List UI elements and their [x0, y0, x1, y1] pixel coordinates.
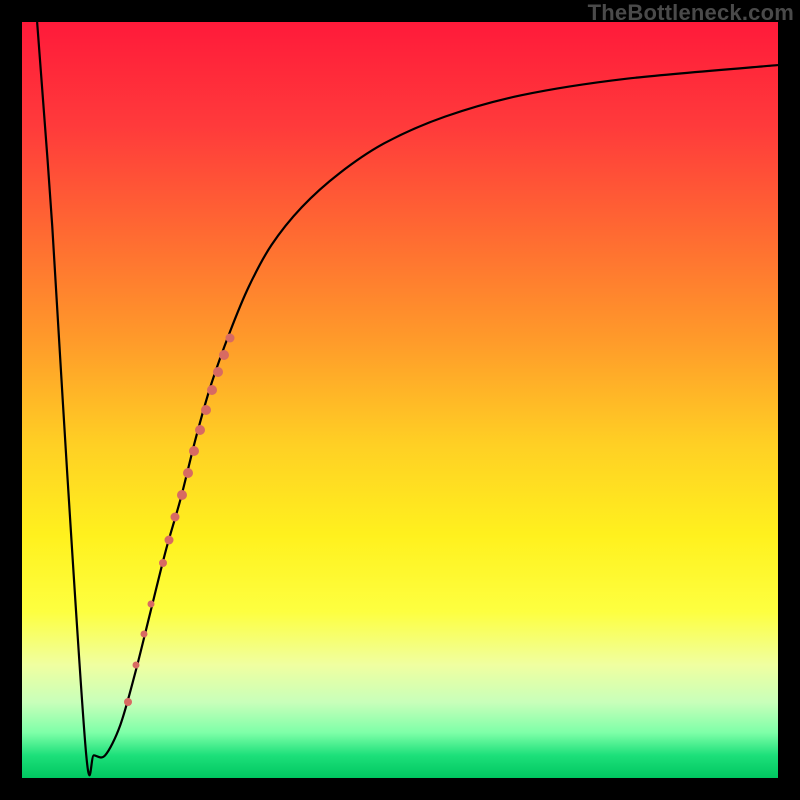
chart-frame: TheBottleneck.com — [0, 0, 800, 800]
data-marker — [213, 367, 223, 377]
data-marker — [225, 334, 234, 343]
data-marker — [177, 490, 187, 500]
data-marker — [141, 631, 148, 638]
data-marker — [124, 698, 132, 706]
data-marker — [207, 385, 217, 395]
data-marker — [159, 559, 167, 567]
data-marker — [183, 468, 193, 478]
data-marker — [201, 405, 211, 415]
data-marker — [189, 446, 199, 456]
data-marker — [165, 535, 174, 544]
data-marker — [219, 350, 229, 360]
data-marker — [171, 513, 180, 522]
data-marker — [133, 661, 140, 668]
data-marker — [148, 601, 155, 608]
data-marker — [195, 425, 205, 435]
marker-cluster — [22, 22, 778, 778]
